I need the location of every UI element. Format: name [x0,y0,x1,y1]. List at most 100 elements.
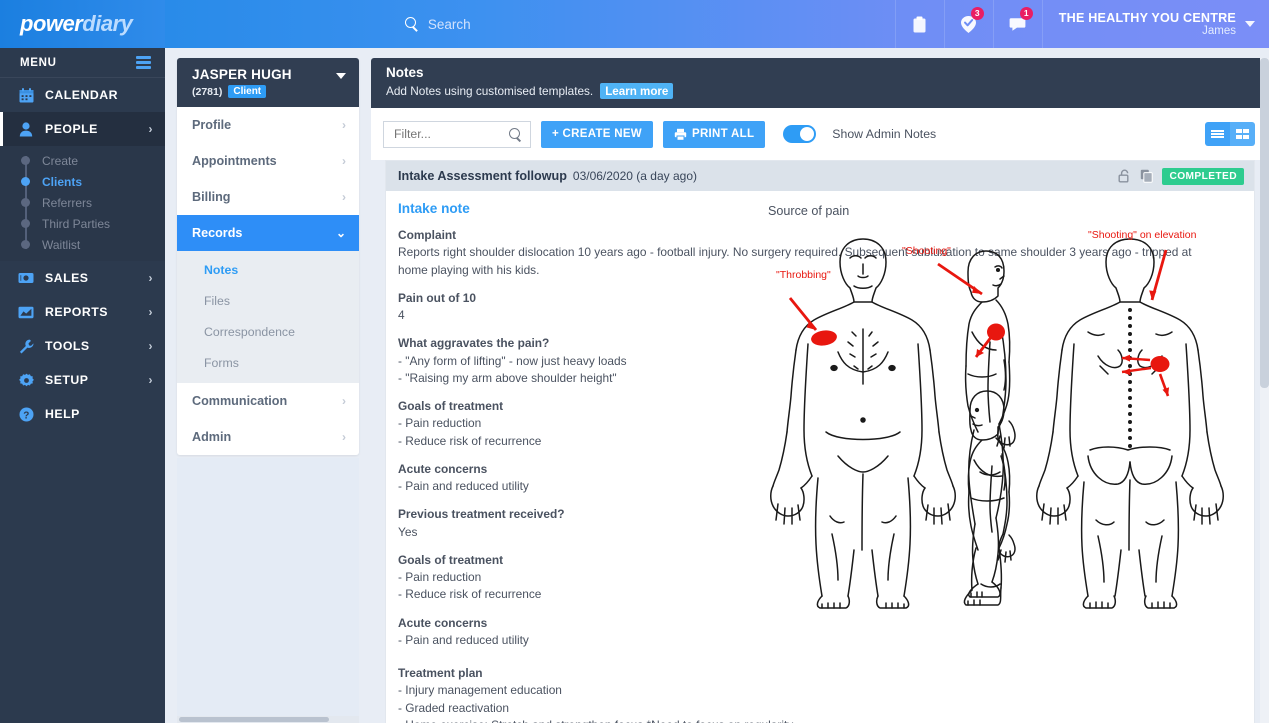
main-vscrollbar[interactable] [1260,58,1269,723]
client-id: (2781) [192,85,223,98]
note-field: What aggravates the pain? - "Any form of… [398,335,760,387]
messages-badge: 1 [1019,7,1033,20]
print-all-label: PRINT ALL [691,128,755,140]
client-panel: JASPER HUGH (2781) Client Profile › Appoi… [177,58,359,455]
logo-text: powerdiary [20,11,133,37]
notes-toolbar: + CREATE NEW PRINT ALL Show Admin Notes [371,108,1269,160]
records-subitem-forms[interactable]: Forms [177,347,359,378]
sidebar-item-label: SETUP [45,373,89,387]
create-new-button[interactable]: + CREATE NEW [541,120,653,148]
sidebar-subitem-waitlist[interactable]: Waitlist [0,234,165,255]
hamburger-icon[interactable] [136,56,151,69]
main-content: Notes Add Notes using customised templat… [371,58,1269,723]
sidebar-item-help[interactable]: ? HELP [0,397,165,431]
sidebar-item-calendar[interactable]: CALENDAR [0,78,165,112]
messages-button[interactable]: 1 [992,0,1042,48]
app-root: powerdiary Search 3 1 THE HEALTHY YOU CE… [0,0,1269,723]
note-field-value: Yes [398,524,418,539]
note-field: Treatment plan - Injury management educa… [398,665,793,723]
bullet-icon [21,240,30,249]
chevron-right-icon: › [148,373,153,387]
client-panel-background [177,458,359,716]
sidebar-subitem-label: Waitlist [42,237,81,252]
records-subitem-notes[interactable]: Notes [177,254,359,285]
chevron-right-icon: › [148,122,153,136]
sidebar-subitem-label: Referrers [42,195,93,210]
note-field-label: Goals of treatment [398,399,504,413]
client-tab-appointments[interactable]: Appointments › [177,143,359,179]
admin-notes-toggle[interactable] [783,125,817,143]
print-all-button[interactable]: PRINT ALL [662,120,766,148]
sidebar-subitem-clients[interactable]: Clients [0,171,165,192]
note-field-label: Acute concerns [398,461,488,476]
client-tab-records[interactable]: Records ⌄ [177,215,359,251]
app-logo[interactable]: powerdiary [0,0,165,48]
sidebar-item-label: PEOPLE [45,122,98,136]
sidebar-item-label: HELP [45,407,80,421]
records-subitem-correspondence[interactable]: Correspondence [177,316,359,347]
chevron-right-icon: › [342,118,346,132]
list-view-button[interactable] [1205,122,1230,146]
global-search-area[interactable]: Search [165,0,895,48]
bullet-icon [21,198,30,207]
sidebar-item-people[interactable]: PEOPLE › [0,112,165,146]
clipboard-button[interactable] [894,0,944,48]
sidebar-item-setup[interactable]: SETUP › [0,363,165,397]
learn-more-link[interactable]: Learn more [600,83,674,99]
client-tab-admin[interactable]: Admin › [177,419,359,455]
search-input[interactable]: Search [428,17,471,32]
annotation-shooting-elevation: "Shooting" on elevation [1088,229,1197,241]
sidebar-item-reports[interactable]: REPORTS › [0,295,165,329]
gear-icon [18,372,34,388]
person-icon [18,121,34,137]
bullet-icon [21,177,30,186]
chevron-right-icon: › [148,339,153,353]
note-field: Goals of treatment - Pain reduction - Re… [398,552,760,604]
chevron-right-icon: › [342,430,346,444]
annotation-shooting: "Shooting" [902,245,951,257]
chevron-down-icon[interactable] [336,73,346,79]
page-title: Notes [386,65,424,80]
logo-text-diary: diary [82,11,133,36]
duplicate-icon[interactable] [1140,169,1154,183]
tasks-button[interactable]: 3 [943,0,993,48]
client-type-tag: Client [228,85,267,98]
client-tab-communication[interactable]: Communication › [177,383,359,419]
sidebar-item-label: TOOLS [45,339,90,353]
records-subitem-label: Files [204,293,230,308]
sidebar-subitem-referrers[interactable]: Referrers [0,192,165,213]
client-tab-billing[interactable]: Billing › [177,179,359,215]
wrench-icon [18,338,34,354]
sidebar-subitem-label: Create [42,153,79,168]
client-header[interactable]: JASPER HUGH (2781) Client [177,58,359,107]
records-subitem-label: Notes [204,262,239,277]
calendar-icon [18,87,34,103]
grid-view-button[interactable] [1230,122,1255,146]
logo-text-power: power [20,11,83,36]
filter-field[interactable] [383,120,531,148]
sidebar-subitem-third-parties[interactable]: Third Parties [0,213,165,234]
sidebar-subitem-create[interactable]: Create [0,150,165,171]
note-field-value: - Pain reduction - Reduce risk of recurr… [398,416,542,448]
search-input[interactable] [392,126,512,142]
records-subitem-files[interactable]: Files [177,285,359,316]
sidebar-item-sales[interactable]: SALES › [0,261,165,295]
chevron-down-icon [1245,21,1255,27]
sidebar-item-label: REPORTS [45,305,108,319]
note-card-header[interactable]: Intake Assessment followup 03/06/2020 (a… [386,161,1254,191]
account-menu[interactable]: THE HEALTHY YOU CENTRE James [1041,0,1269,48]
status-badge: COMPLETED [1162,167,1244,185]
annotation-throbbing: "Throbbing" [776,269,831,281]
list-view-icon [1211,128,1224,140]
scrollbar-thumb[interactable] [1260,58,1269,388]
note-field-value: - "Any form of lifting" - now just heavy… [398,353,627,385]
body-chart-svg: "Throbbing" "Shooting" "Shooting" on ele… [770,229,1224,609]
client-tab-profile[interactable]: Profile › [177,107,359,143]
search-icon [509,127,522,141]
note-field-value: - Pain and reduced utility [398,632,529,647]
help-icon: ? [18,406,34,422]
unlock-icon[interactable] [1118,169,1131,183]
scrollbar-thumb[interactable] [179,717,329,722]
sidebar-item-tools[interactable]: TOOLS › [0,329,165,363]
client-panel-hscrollbar[interactable] [177,716,359,723]
